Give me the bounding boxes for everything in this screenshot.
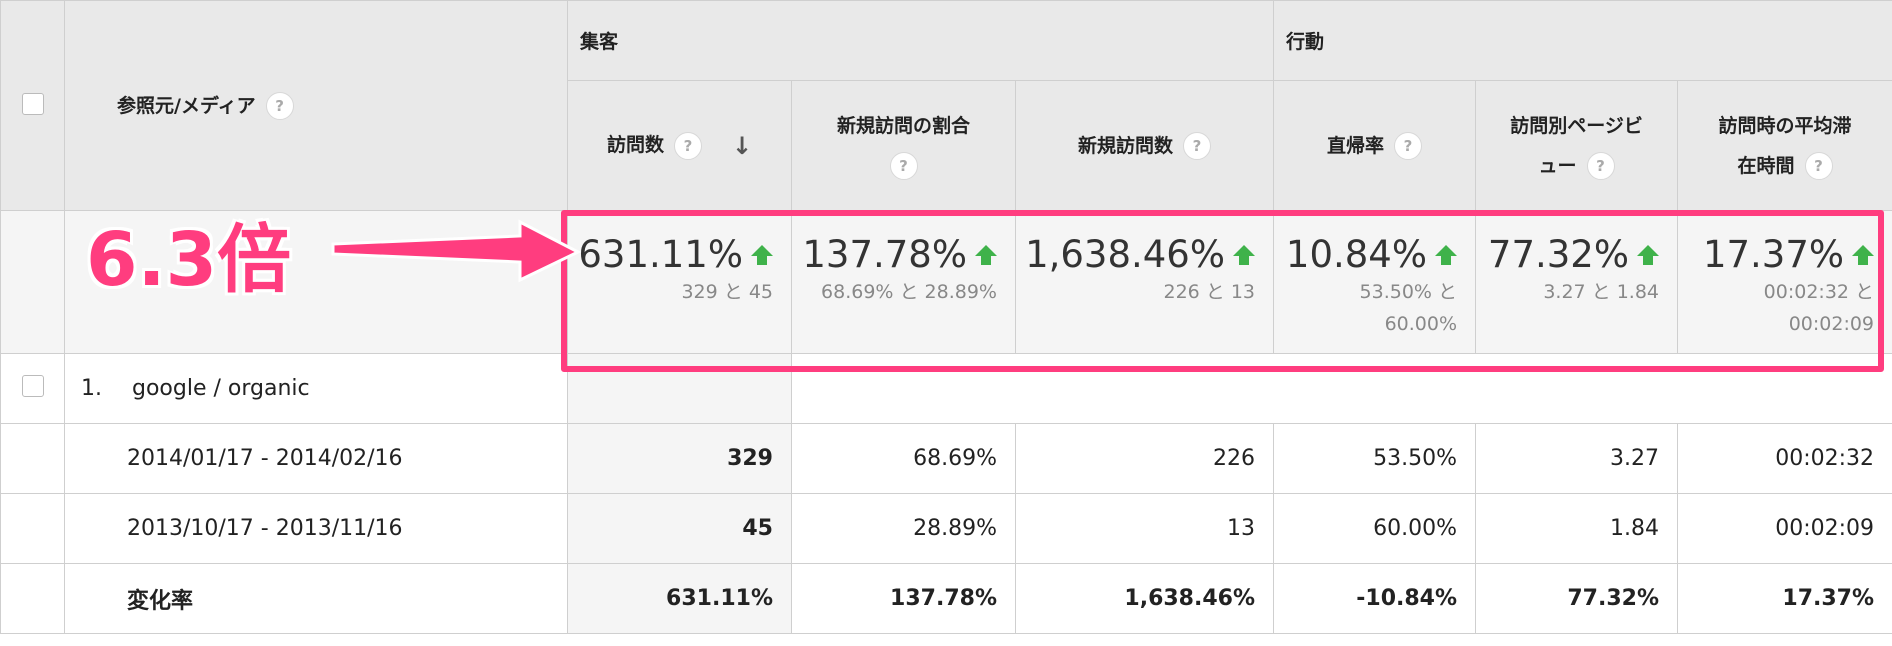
callout-arrow (331, 219, 582, 283)
callout-label: 6.3倍 (86, 217, 292, 303)
